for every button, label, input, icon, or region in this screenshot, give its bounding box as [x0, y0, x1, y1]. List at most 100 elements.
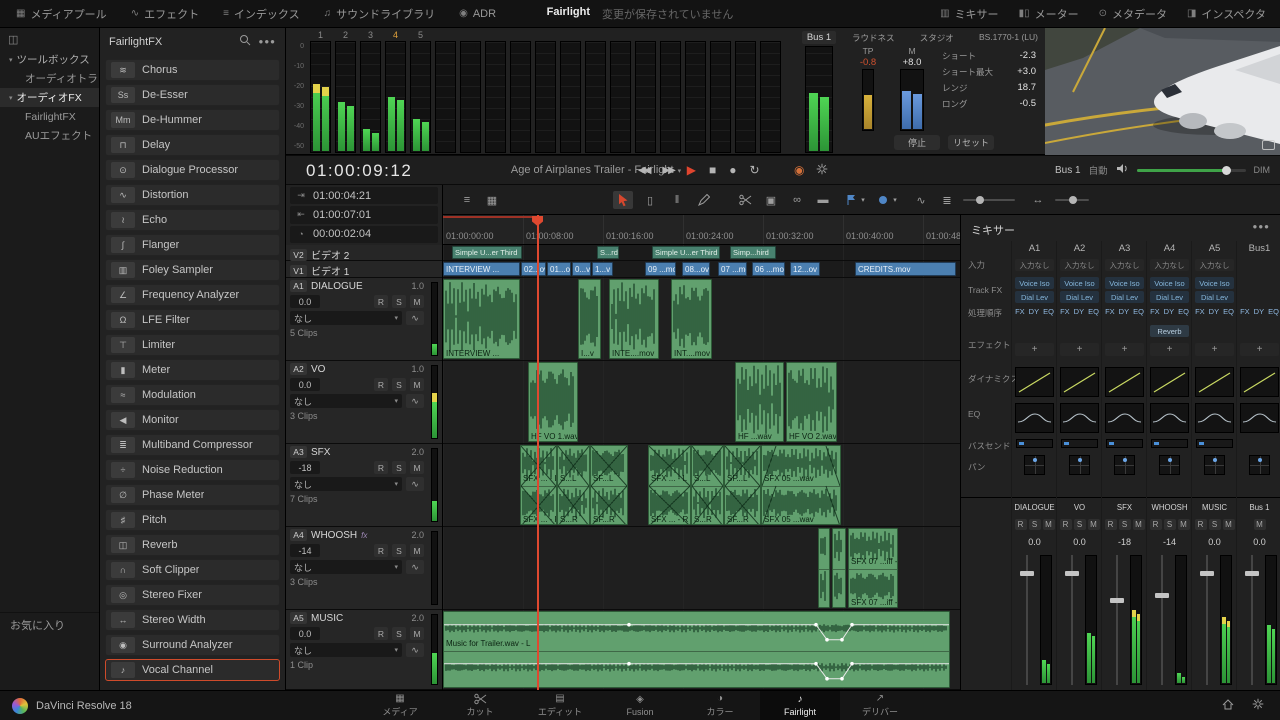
strip-order-dy[interactable]: DY	[1164, 307, 1174, 316]
strip-channel-label[interactable]: A4	[1147, 243, 1192, 254]
strip-r-button[interactable]: R	[1060, 519, 1072, 530]
vertical-zoom-slider[interactable]	[1055, 199, 1089, 201]
audio-clip[interactable]: S...LS...R	[557, 445, 590, 525]
track-m-button[interactable]: M	[410, 295, 424, 308]
monitor-bus-label[interactable]: Bus 1	[1055, 165, 1081, 176]
strip-input[interactable]: 入力なし	[1015, 259, 1054, 271]
strip-r-button[interactable]: R	[1015, 519, 1027, 530]
page-tab-fusion[interactable]: ◈Fusion	[600, 691, 680, 720]
rewind-button[interactable]: ◀◀	[638, 165, 649, 176]
fader-handle[interactable]	[1200, 571, 1214, 576]
video-clip[interactable]: Simp...hird	[730, 246, 776, 259]
track-header-a3[interactable]: A3SFX2.0-18RSMなし▾∿7 Clips	[286, 444, 442, 527]
strip-pan-control[interactable]	[1069, 455, 1090, 475]
effects-button[interactable]: ∿エフェクト	[131, 6, 199, 22]
audio-clip[interactable]: Music for Trailer.wav - L	[443, 611, 950, 688]
track-fx-dropdown[interactable]: なし▾	[290, 311, 402, 325]
options-menu-icon[interactable]: ●●●	[259, 37, 277, 46]
strip-eq-graph[interactable]	[1240, 403, 1279, 433]
track-s-button[interactable]: S	[392, 378, 406, 391]
track-gain-field[interactable]: 0.0	[290, 378, 320, 391]
fx-item-lfe-filter[interactable]: ΩLFE Filter	[105, 309, 280, 331]
lane-v1[interactable]: INTERVIEW ...02...ov01...ov0...v1...v09 …	[443, 261, 960, 278]
strip-trackfx-dial-lev[interactable]: Dial Lev	[1195, 291, 1234, 303]
automation-curve-icon[interactable]: ∿	[406, 560, 424, 574]
strip-pan-control[interactable]	[1159, 455, 1180, 475]
strip-m-button[interactable]: M	[1254, 519, 1266, 530]
strip-m-button[interactable]: M	[1088, 519, 1100, 530]
strip-add-effect-button[interactable]: +	[1015, 343, 1054, 356]
strip-order-fx[interactable]: FX	[1240, 307, 1250, 316]
fx-item-foley-sampler[interactable]: ▥Foley Sampler	[105, 259, 280, 281]
loudness-reset-button[interactable]: リセット	[948, 135, 994, 150]
dim-button[interactable]: DIM	[1254, 165, 1271, 175]
strip-pan-control[interactable]	[1204, 455, 1225, 475]
strip-order-dy[interactable]: DY	[1119, 307, 1129, 316]
video-clip[interactable]: 1...v	[592, 262, 613, 276]
adr-button[interactable]: ◉ADR	[459, 8, 496, 20]
track-s-button[interactable]: S	[392, 461, 406, 474]
strip-r-button[interactable]: R	[1105, 519, 1117, 530]
strip-order-fx[interactable]: FX	[1060, 307, 1070, 316]
lane-a2[interactable]: HF VO 1.wavHF ...wavHF VO 2.wav	[443, 361, 960, 444]
audio-clip[interactable]	[832, 528, 846, 608]
page-tab-cut[interactable]: カット	[440, 691, 520, 720]
metadata-button[interactable]: ⊙メタデータ	[1099, 6, 1167, 22]
strip-channel-label[interactable]: A2	[1057, 243, 1102, 254]
fx-item-meter[interactable]: ▮Meter	[105, 359, 280, 381]
strip-bus-send[interactable]	[1016, 439, 1053, 448]
audio-clip[interactable]: SF...LSF...R	[590, 445, 628, 525]
strip-order-eq[interactable]: EQ	[1223, 307, 1234, 316]
strip-order-dy[interactable]: DY	[1254, 307, 1264, 316]
duration-field[interactable]: ◔ 00:00:02:04	[290, 226, 438, 243]
strip-order-eq[interactable]: EQ	[1043, 307, 1054, 316]
strip-add-effect-button[interactable]: +	[1105, 343, 1144, 356]
audio-clip[interactable]: INTERVIEW ...	[443, 279, 520, 359]
fader-handle[interactable]	[1065, 571, 1079, 576]
strip-trackfx-dial-lev[interactable]: Dial Lev	[1105, 291, 1144, 303]
timecode-display[interactable]: 01:00:09:12	[306, 161, 412, 181]
fx-item-noise-reduction[interactable]: ÷Noise Reduction	[105, 459, 280, 481]
automation-curve-icon[interactable]: ∿	[406, 311, 424, 325]
mixer-options-icon[interactable]: ●●●	[1253, 222, 1271, 231]
fx-item-de-esser[interactable]: SsDe-Esser	[105, 84, 280, 106]
strip-add-effect-button[interactable]: +	[1060, 343, 1099, 356]
range-tool-icon[interactable]: ▯	[640, 191, 660, 209]
lane-a5[interactable]: Music for Trailer.wav - L	[443, 610, 960, 690]
sound-library-button[interactable]: ♫サウンドライブラリ	[324, 6, 436, 22]
track-id-chip[interactable]: A5	[290, 612, 307, 624]
fx-item-de-hummer[interactable]: MmDe-Hummer	[105, 109, 280, 131]
audio-clip[interactable]: SF...LSF...R	[724, 445, 761, 525]
page-tab-edit[interactable]: ▤エディット	[520, 691, 600, 720]
play-button[interactable]: ▶	[687, 163, 696, 177]
video-clip[interactable]: 06 ...mov	[752, 262, 785, 276]
strip-order-fx[interactable]: FX	[1195, 307, 1205, 316]
video-clip[interactable]: INTERVIEW ...	[443, 262, 520, 276]
strip-trackfx-voice-iso[interactable]: Voice Iso	[1060, 277, 1099, 289]
volume-knob[interactable]	[1222, 166, 1231, 175]
sidebar-group-audio-fx[interactable]: ▾オーディオFX	[0, 88, 99, 107]
strip-pan-control[interactable]	[1024, 455, 1045, 475]
strip-eq-graph[interactable]	[1195, 403, 1234, 433]
strip-input[interactable]: 入力なし	[1195, 259, 1234, 271]
strip-s-button[interactable]: S	[1209, 519, 1221, 530]
index-button[interactable]: ≡インデックス	[223, 6, 300, 22]
monitor-auto-label[interactable]: 自動	[1089, 163, 1108, 177]
strip-m-button[interactable]: M	[1043, 519, 1055, 530]
track-m-button[interactable]: M	[410, 378, 424, 391]
audio-clip[interactable]	[818, 528, 830, 608]
audio-monitor-icon[interactable]: ◉	[794, 163, 804, 177]
track-fx-dropdown[interactable]: なし▾	[290, 643, 402, 657]
track-s-button[interactable]: S	[392, 544, 406, 557]
search-icon[interactable]	[239, 34, 251, 49]
strip-order-dy[interactable]: DY	[1209, 307, 1219, 316]
strip-dynamics-graph[interactable]	[1015, 367, 1054, 397]
strip-trackfx-voice-iso[interactable]: Voice Iso	[1195, 277, 1234, 289]
fx-item-reverb[interactable]: ◫Reverb	[105, 534, 280, 556]
fx-item-delay[interactable]: ⊓Delay	[105, 134, 280, 156]
strip-order-dy[interactable]: DY	[1029, 307, 1039, 316]
page-tab-deliver[interactable]: ↗デリバー	[840, 691, 920, 720]
track-gain-field[interactable]: -14	[290, 544, 320, 557]
slider-knob[interactable]	[976, 196, 984, 204]
strip-trackfx-voice-iso[interactable]: Voice Iso	[1150, 277, 1189, 289]
